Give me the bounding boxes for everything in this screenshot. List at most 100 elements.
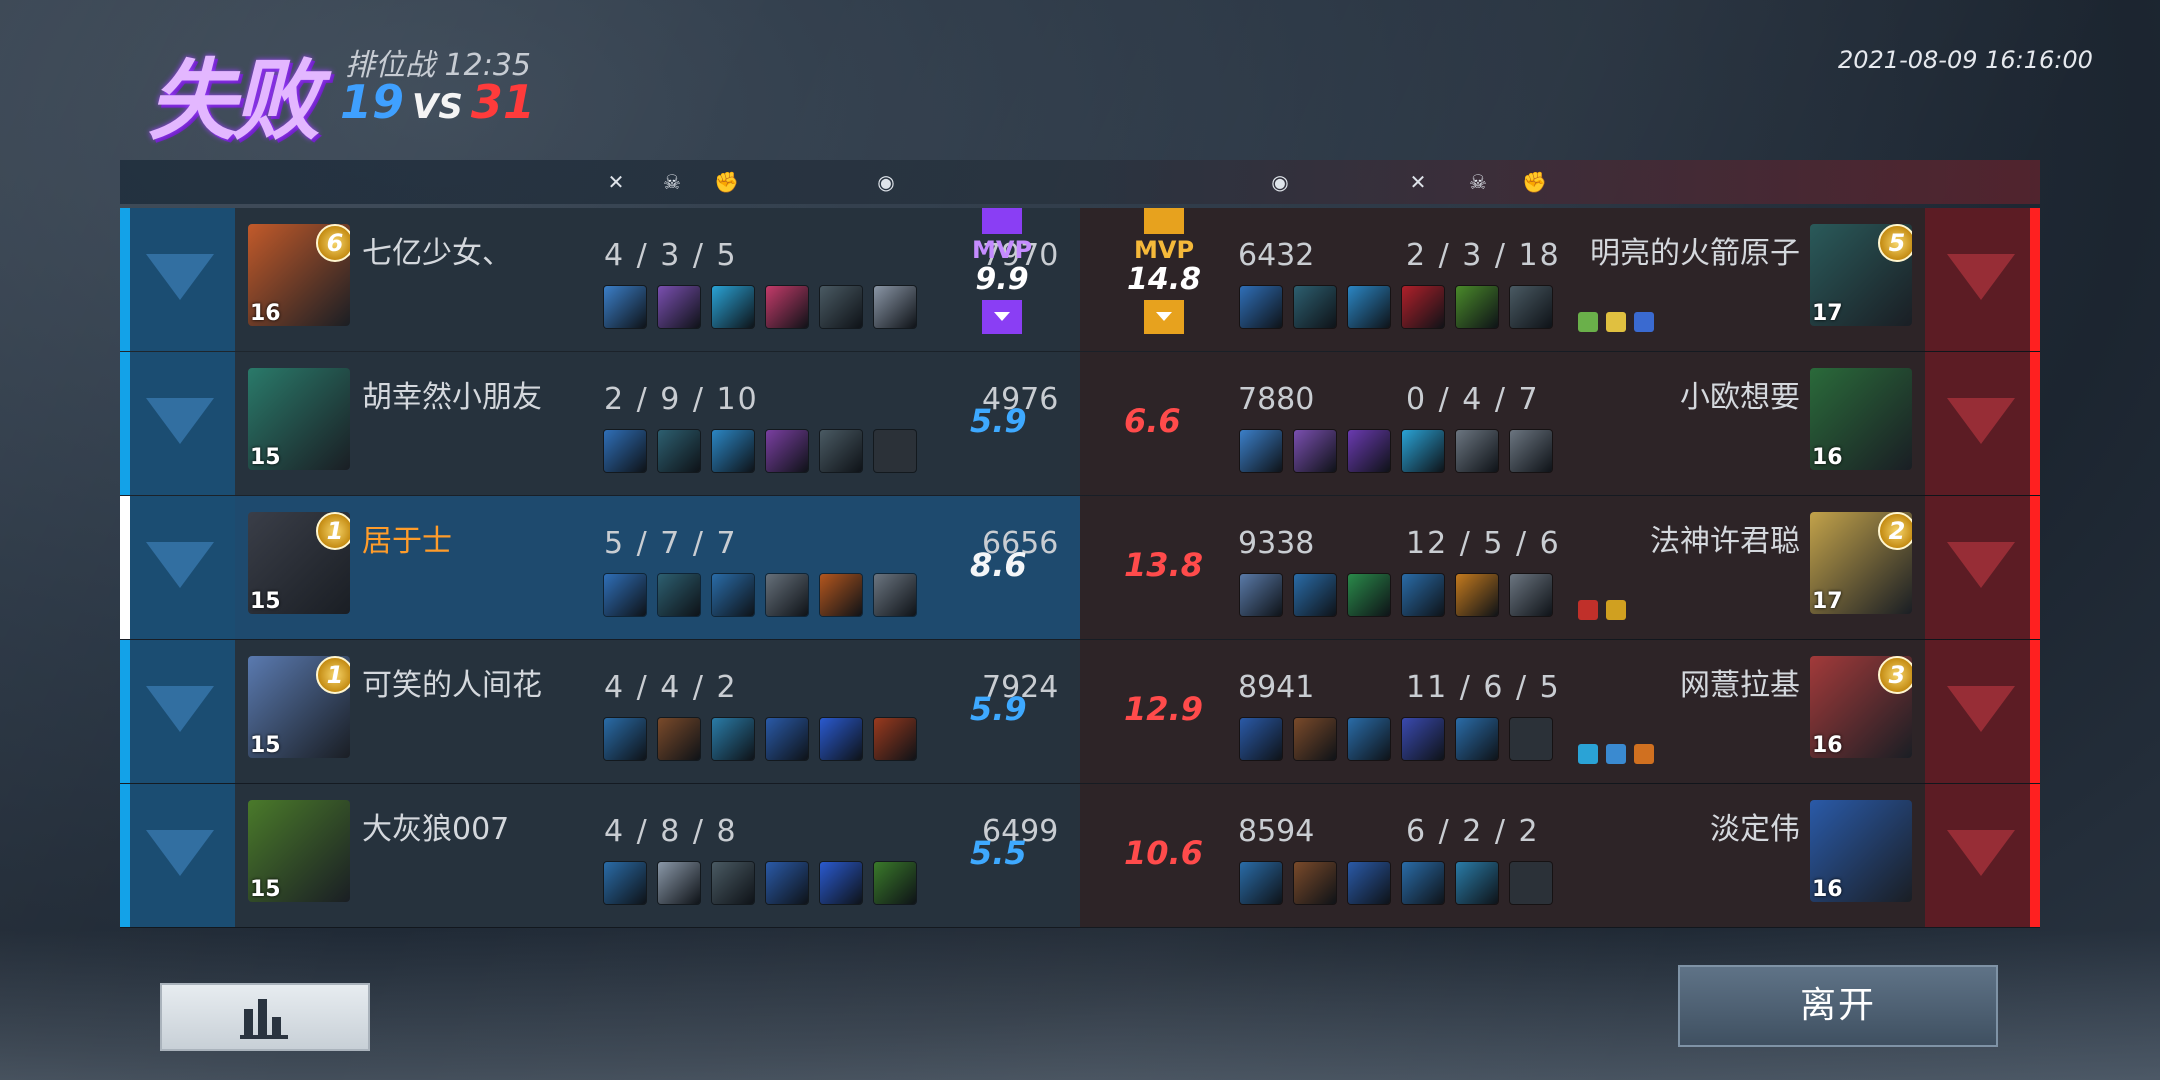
item-icon[interactable] [1240,718,1282,760]
hero-avatar[interactable]: 16 [1810,800,1912,902]
item-icon[interactable] [1294,862,1336,904]
blue-team-side[interactable] [120,208,235,351]
item-icon[interactable] [874,286,916,328]
item-icon[interactable] [658,718,700,760]
hero-avatar[interactable]: 15 1 [248,656,350,758]
like-icon[interactable] [1947,542,2015,588]
item-icon[interactable] [658,574,700,616]
item-icon[interactable] [712,286,754,328]
item-icon[interactable] [874,574,916,616]
item-icon[interactable] [820,286,862,328]
red-team-side[interactable] [1925,784,2040,927]
red-team-side[interactable] [1925,352,2040,495]
item-icon[interactable] [820,718,862,760]
item-icon[interactable] [1510,862,1552,904]
item-icon[interactable] [712,718,754,760]
statistics-button[interactable] [160,983,370,1051]
like-icon[interactable] [1947,686,2015,732]
hero-avatar[interactable]: 16 3 [1810,656,1912,758]
item-icon[interactable] [874,430,916,472]
like-icon[interactable] [1947,254,2015,300]
item-icon[interactable] [1240,430,1282,472]
hero-avatar[interactable]: 16 [1810,368,1912,470]
item-icon[interactable] [712,574,754,616]
item-icon[interactable] [766,862,808,904]
item-icon[interactable] [658,430,700,472]
like-icon[interactable] [1947,398,2015,444]
mvp-badge: MVP 9.9 [972,208,1032,334]
item-icon[interactable] [604,862,646,904]
item-icon[interactable] [1456,430,1498,472]
item-icon[interactable] [712,430,754,472]
hero-level: 15 [250,589,281,614]
item-icon[interactable] [820,862,862,904]
hero-avatar[interactable]: 16 6 [248,224,350,326]
scoreboard-row: 15 1 居于士 5 / 7 / 7 6656 8.6 13.8 9338 12 / 5 / 6… [120,496,2040,640]
like-icon[interactable] [146,398,214,444]
item-icon[interactable] [766,718,808,760]
hero-avatar[interactable]: 17 2 [1810,512,1912,614]
item-icon[interactable] [1348,430,1390,472]
item-icon[interactable] [766,574,808,616]
blue-team-side[interactable] [120,496,235,639]
item-icon[interactable] [1456,574,1498,616]
achievement-icon [1606,312,1626,332]
item-icon[interactable] [604,718,646,760]
item-icon[interactable] [604,574,646,616]
item-icon[interactable] [1402,718,1444,760]
item-icon[interactable] [1294,718,1336,760]
hero-avatar[interactable]: 15 [248,368,350,470]
item-icon[interactable] [820,430,862,472]
item-icon[interactable] [766,430,808,472]
hero-avatar[interactable]: 15 1 [248,512,350,614]
blue-team-side[interactable] [120,352,235,495]
like-icon[interactable] [146,830,214,876]
item-icon[interactable] [1510,718,1552,760]
hero-avatar[interactable]: 15 [248,800,350,902]
item-icon[interactable] [1294,574,1336,616]
item-icon[interactable] [1348,862,1390,904]
item-icon[interactable] [658,286,700,328]
item-icon[interactable] [604,430,646,472]
item-icon[interactable] [1402,862,1444,904]
like-icon[interactable] [146,542,214,588]
item-icon[interactable] [1348,718,1390,760]
item-icon[interactable] [1510,286,1552,328]
item-icon[interactable] [1294,286,1336,328]
item-icon[interactable] [1402,574,1444,616]
item-icon[interactable] [658,862,700,904]
hero-avatar[interactable]: 17 5 [1810,224,1912,326]
item-icon[interactable] [1240,862,1282,904]
player-name: 网薏拉基 [1680,668,1800,703]
like-icon[interactable] [1947,830,2015,876]
leave-button[interactable]: 离开 [1678,965,1998,1047]
red-team-side[interactable] [1925,640,2040,783]
item-icon[interactable] [1294,430,1336,472]
item-icon[interactable] [1456,718,1498,760]
like-icon[interactable] [146,254,214,300]
like-icon[interactable] [146,686,214,732]
item-icon[interactable] [1510,430,1552,472]
item-icon[interactable] [874,862,916,904]
item-icon[interactable] [874,718,916,760]
rank-badge: 1 [316,512,350,550]
item-icon[interactable] [1402,286,1444,328]
item-icon[interactable] [766,286,808,328]
player-rating: 10.6 [1124,834,1203,872]
item-icon[interactable] [1456,286,1498,328]
item-icon[interactable] [1456,862,1498,904]
item-icon[interactable] [604,286,646,328]
item-icon[interactable] [1510,574,1552,616]
item-icon[interactable] [1240,574,1282,616]
red-team-side[interactable] [1925,208,2040,351]
item-icon[interactable] [1240,286,1282,328]
item-icon[interactable] [1348,286,1390,328]
red-team-side[interactable] [1925,496,2040,639]
blue-team-side[interactable] [120,640,235,783]
item-icon[interactable] [712,862,754,904]
blue-team-side[interactable] [120,784,235,927]
item-icon[interactable] [820,574,862,616]
achievement-icon [1606,744,1626,764]
item-icon[interactable] [1402,430,1444,472]
item-icon[interactable] [1348,574,1390,616]
